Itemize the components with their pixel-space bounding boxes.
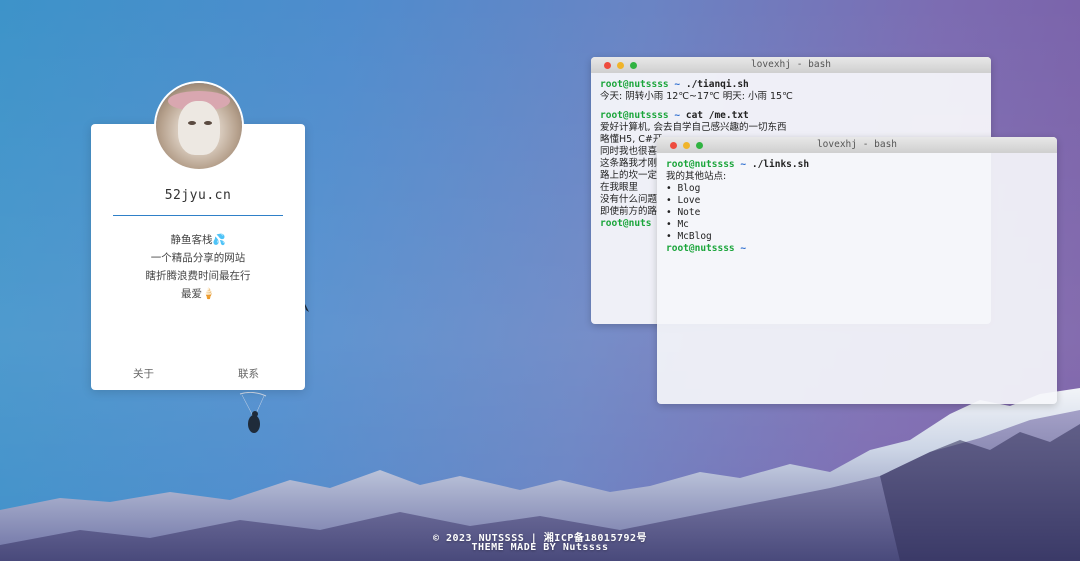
profile-description: 静鱼客栈💦 一个精品分享的网站 瞎折腾浪费时间最在行 最爱🍦	[91, 231, 305, 303]
prompt-tilde: ~	[740, 243, 747, 254]
contact-link[interactable]: 联系	[238, 366, 259, 381]
site-link-mc[interactable]: • Mc	[666, 219, 1048, 231]
prompt-user: root@nutssss	[666, 243, 735, 254]
command: cat /me.txt	[685, 110, 749, 121]
terminal-titlebar[interactable]: lovexhj - bash	[657, 137, 1057, 153]
avatar	[156, 83, 242, 169]
prompt-tilde: ~	[674, 79, 681, 90]
terminal-titlebar[interactable]: lovexhj - bash	[591, 57, 991, 73]
prompt-user: root@nutssss	[666, 159, 735, 170]
site-link-note[interactable]: • Note	[666, 207, 1048, 219]
accent-divider	[113, 215, 283, 216]
prompt-tilde: ~	[740, 159, 747, 170]
links-heading: 我的其他站点:	[666, 171, 727, 182]
about-link[interactable]: 关于	[133, 366, 154, 381]
description-line: 一个精品分享的网站	[150, 252, 246, 264]
site-link-blog[interactable]: • Blog	[666, 183, 1048, 195]
avatar-eye	[204, 121, 212, 125]
terminal-title: lovexhj - bash	[816, 139, 898, 150]
terminal-window-2[interactable]: lovexhj - bash root@nutssss ~ ./links.sh…	[657, 137, 1057, 404]
terminal-body: root@nutssss ~ ./links.sh 我的其他站点: • Blog…	[657, 153, 1057, 261]
avatar-face	[178, 101, 220, 155]
command: ./links.sh	[751, 159, 810, 170]
terminal-title: lovexhj - bash	[750, 59, 832, 70]
site-link-mcblog[interactable]: • McBlog	[666, 231, 1048, 243]
weather-output: 今天: 阴转小雨 12℃~17℃ 明天: 小雨 15℃	[600, 91, 793, 102]
description-line: 静鱼客栈💦	[170, 234, 226, 246]
avatar-eye	[188, 121, 196, 125]
prompt-user: root@nutssss	[600, 110, 669, 121]
paraglider-figure	[239, 392, 267, 433]
site-name: 52jyu.cn	[164, 188, 232, 203]
description-line: 瞎折腾浪费时间最在行	[145, 270, 251, 282]
site-link-love[interactable]: • Love	[666, 195, 1048, 207]
prompt-tilde: ~	[674, 110, 681, 121]
output-line: 爱好计算机, 会去自学自己感兴趣的一切东西	[600, 122, 787, 133]
prompt-user: root@nuts	[600, 218, 652, 229]
prompt-user: root@nutssss	[600, 79, 669, 90]
footer-theme: THEME MADE BY Nutssss	[471, 542, 609, 553]
description-line: 最爱🍦	[180, 288, 216, 300]
command: ./tianqi.sh	[685, 79, 749, 90]
